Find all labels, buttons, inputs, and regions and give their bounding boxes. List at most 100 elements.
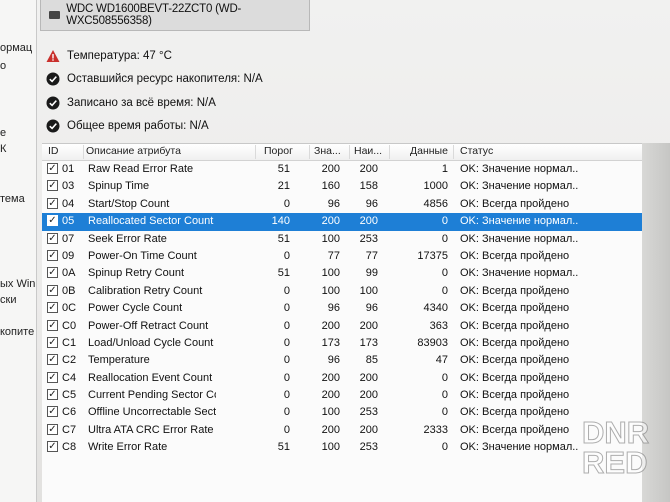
status-text: Записано за всё время: N/A xyxy=(67,96,216,109)
attribute-description: Seek Error Rate xyxy=(88,232,167,245)
attribute-threshold: 0 xyxy=(283,354,290,367)
attribute-status: OK: Всегда пройдено xyxy=(460,302,570,315)
screen: ормац о е К тема ых Win ски копите WDC W… xyxy=(0,0,670,502)
row-checkbox[interactable]: ✓ xyxy=(47,284,58,296)
table-row[interactable]: ✓ 0A Spinup Retry Count 51 100 99 0 OK: Значени… xyxy=(42,265,642,282)
attribute-worst: 200 xyxy=(359,389,378,402)
column-header-description[interactable]: Описание атрибута xyxy=(86,145,256,159)
attribute-status: OK: Значение нормал... xyxy=(460,163,578,175)
row-checkbox[interactable]: ✓ xyxy=(47,336,58,348)
row-checkbox[interactable]: ✓ xyxy=(47,423,58,435)
table-row[interactable]: ✓ C8 Write Error Rate 51 100 253 0 OK: Значение… xyxy=(42,439,642,456)
left-pane-text: е xyxy=(0,127,7,139)
attribute-threshold: 21 xyxy=(277,180,290,193)
attribute-value: 160 xyxy=(321,180,340,193)
column-header-value[interactable]: Зна... xyxy=(314,145,350,159)
column-header-worst[interactable]: Наи... xyxy=(354,145,390,159)
attribute-threshold: 140 xyxy=(271,215,290,228)
attribute-threshold: 51 xyxy=(277,267,290,280)
row-checkbox[interactable]: ✓ xyxy=(47,406,58,418)
row-checkbox[interactable]: ✓ xyxy=(47,302,58,314)
left-pane-text: ормац xyxy=(0,42,33,54)
attribute-description: Power-Off Retract Count xyxy=(88,319,209,332)
attribute-raw-data: 0 xyxy=(441,267,448,280)
row-checkbox[interactable]: ✓ xyxy=(47,249,58,261)
row-checkbox[interactable]: ✓ xyxy=(47,389,58,401)
table-row[interactable]: ✓ 04 Start/Stop Count 0 96 96 4856 OK: Всегда п… xyxy=(42,196,642,213)
attribute-worst: 253 xyxy=(359,232,378,245)
table-row[interactable]: ✓ 05 Reallocated Sector Count 140 200 200 0 OK:… xyxy=(42,213,642,231)
attribute-status: OK: Значение нормал... xyxy=(460,267,578,280)
table-row[interactable]: ✓ 07 Seek Error Rate 51 100 253 0 OK: Значение … xyxy=(42,231,642,248)
column-header-id[interactable]: ID xyxy=(48,145,84,159)
table-row[interactable]: ✓ C6 Offline Uncorrectable Sector C... 0 100… xyxy=(42,404,642,421)
column-header-status[interactable]: Статус xyxy=(460,145,580,159)
row-checkbox[interactable]: ✓ xyxy=(47,232,58,244)
attribute-status: OK: Всегда пройдено xyxy=(460,389,570,402)
check-circle-icon xyxy=(46,119,60,133)
table-row[interactable]: ✓ 0B Calibration Retry Count 0 100 100 0 OK: Вс… xyxy=(42,283,642,300)
attribute-threshold: 0 xyxy=(283,423,290,436)
attribute-raw-data: 0 xyxy=(441,441,448,454)
attribute-threshold: 0 xyxy=(283,336,290,349)
row-checkbox[interactable]: ✓ xyxy=(47,180,58,192)
attribute-value: 100 xyxy=(321,284,340,297)
attribute-description: Ultra ATA CRC Error Rate xyxy=(88,423,214,436)
attribute-value: 200 xyxy=(321,371,340,384)
left-pane-text: ски xyxy=(0,294,17,306)
table-row[interactable]: ✓ 0C Power Cycle Count 0 96 96 4340 OK: Всегда … xyxy=(42,300,642,317)
smart-attributes-table[interactable]: ID Описание атрибута Порог Зна... Наи...… xyxy=(42,143,642,502)
drive-selector[interactable]: WDC WD1600BEVT-22ZCT0 (WD-WXC508556358) xyxy=(40,0,310,31)
attribute-worst: 200 xyxy=(359,319,378,332)
table-row[interactable]: ✓ C4 Reallocation Event Count 0 200 200 0 OK: В… xyxy=(42,370,642,387)
row-checkbox[interactable]: ✓ xyxy=(47,371,58,383)
row-checkbox[interactable]: ✓ xyxy=(47,354,58,366)
attribute-threshold: 51 xyxy=(277,441,290,454)
table-row[interactable]: ✓C5Current Pending Sector Count02002000O… xyxy=(42,387,642,404)
table-row[interactable]: ✓ C7 Ultra ATA CRC Error Rate 0 200 200 2333 OK… xyxy=(42,422,642,439)
drive-title: WDC WD1600BEVT-22ZCT0 (WD-WXC508556358) xyxy=(66,3,242,27)
attribute-status: OK: Всегда пройдено xyxy=(460,197,570,210)
table-row[interactable]: ✓ 03 Spinup Time 21 160 158 1000 OK: Значение н… xyxy=(42,178,642,195)
attribute-value: 96 xyxy=(327,302,340,315)
attribute-raw-data: 17375 xyxy=(417,249,448,262)
check-circle-icon xyxy=(46,96,60,110)
row-checkbox[interactable]: ✓ xyxy=(47,319,58,331)
attribute-status: OK: Значение нормал... xyxy=(460,441,578,454)
attribute-status: OK: Всегда пройдено xyxy=(460,336,570,349)
attribute-description: Load/Unload Cycle Count xyxy=(88,336,214,349)
table-row[interactable]: ✓ C0 Power-Off Retract Count 0 200 200 363 OK: … xyxy=(42,318,642,335)
table-row[interactable]: ✓ 09 Power-On Time Count 0 77 77 17375 OK: Всег… xyxy=(42,248,642,265)
row-checkbox[interactable]: ✓ xyxy=(47,163,58,174)
table-row[interactable]: ✓ C2 Temperature 0 96 85 47 OK: Всегда пройдено xyxy=(42,352,642,369)
table-row[interactable]: ✓ 01 Raw Read Error Rate 51 200 200 1 OK: Значе… xyxy=(42,161,642,178)
status-power-on-time: Общее время работы: N/A xyxy=(46,115,263,139)
attribute-raw-data: 2333 xyxy=(423,423,448,436)
column-header-threshold[interactable]: Порог xyxy=(264,145,310,159)
attribute-worst: 96 xyxy=(365,197,378,210)
table-row[interactable]: ✓ C1 Load/Unload Cycle Count 0 173 173 83903 OK… xyxy=(42,335,642,352)
attribute-threshold: 0 xyxy=(283,249,290,262)
attribute-description: Temperature xyxy=(88,354,150,367)
attribute-status: OK: Значение нормал... xyxy=(460,232,578,245)
watermark-logo: DNR RED xyxy=(582,415,650,480)
status-text: Общее время работы: N/A xyxy=(67,120,209,133)
left-pane-text: тема xyxy=(0,193,25,205)
attribute-id: C1 xyxy=(62,336,77,349)
column-header-raw-data[interactable]: Данные xyxy=(410,145,454,159)
attribute-value: 200 xyxy=(321,423,340,436)
attribute-description: Start/Stop Count xyxy=(88,197,170,210)
attribute-value: 173 xyxy=(321,336,340,349)
attribute-status: OK: Всегда пройдено xyxy=(460,319,570,332)
row-checkbox[interactable]: ✓ xyxy=(47,267,58,279)
row-checkbox[interactable]: ✓ xyxy=(47,215,58,227)
row-checkbox[interactable]: ✓ xyxy=(47,441,58,453)
attribute-id: C8 xyxy=(62,441,77,454)
attribute-raw-data: 4856 xyxy=(423,197,448,210)
attribute-description: Offline Uncorrectable Sector C... xyxy=(88,406,216,419)
attribute-id: C5 xyxy=(62,389,77,402)
warning-icon xyxy=(46,49,60,62)
attribute-description: Reallocated Sector Count xyxy=(88,215,214,228)
attribute-raw-data: 0 xyxy=(441,232,448,245)
row-checkbox[interactable]: ✓ xyxy=(47,197,58,209)
